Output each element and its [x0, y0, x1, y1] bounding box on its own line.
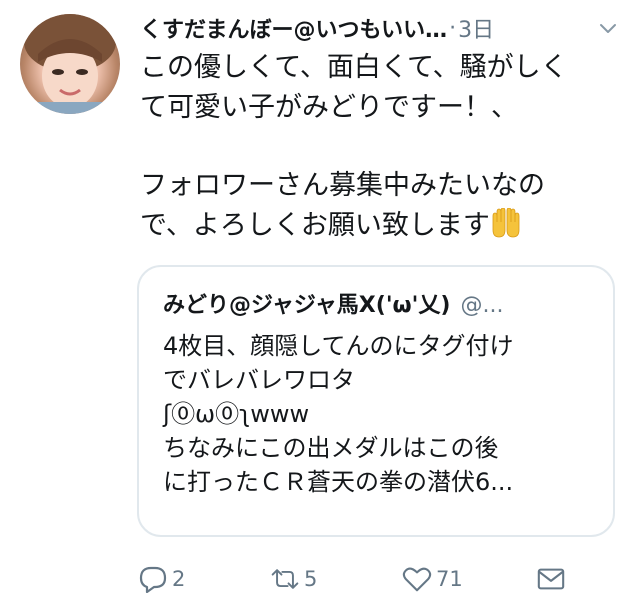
- raised-hands-emoji: [492, 208, 520, 238]
- reply-icon: [139, 566, 167, 593]
- chevron-down-icon[interactable]: [598, 18, 618, 38]
- tweet-text-line: この優しくて、面白くて、騒がしく: [140, 52, 568, 83]
- quoted-tweet[interactable]: みどり@ジャジャ馬X('ω'乂) @... 4枚目、顔隠してんのにタグ付け でバレ…: [137, 265, 615, 537]
- tweet-text-line: で、よろしくお願い致します: [140, 210, 490, 241]
- quoted-tweet-text: 4枚目、顔隠してんのにタグ付け でバレバレワロタ ʃ⓪ω⓪ʅwww ちなみにこの…: [163, 329, 514, 499]
- author-display-name[interactable]: くすだまんぼー@いつもいい…: [140, 12, 447, 44]
- tweet-content: くすだまんぼー@いつもいい… · 3日 この優しくて、面白くて、騒がしく て可愛…: [140, 10, 620, 246]
- quoted-author-name: みどり@ジャジャ馬X('ω'乂): [163, 293, 451, 318]
- retweet-button[interactable]: 5: [270, 565, 317, 593]
- quoted-author-handle: @...: [460, 293, 504, 318]
- separator-dot: ·: [449, 15, 457, 41]
- quoted-text-line: ちなみにこの出メダルはこの後: [163, 434, 499, 462]
- retweet-icon: [271, 569, 299, 589]
- envelope-icon: [537, 568, 565, 590]
- direct-message-button[interactable]: [536, 565, 570, 593]
- retweet-count: 5: [304, 567, 318, 591]
- avatar[interactable]: [20, 14, 120, 114]
- reply-count: 2: [172, 567, 186, 591]
- tweet-text-line-with-emoji: で、よろしくお願い致します: [140, 206, 620, 246]
- avatar-photo: [20, 14, 120, 114]
- quoted-text-line: でバレバレワロタ: [163, 366, 355, 394]
- tweet-text-line: て可愛い子がみどりですー！、: [140, 92, 518, 123]
- tweet-text-line: フォロワーさん募集中みたいなの: [140, 170, 545, 201]
- heart-icon: [402, 567, 432, 592]
- tweet-actions: 2 5 71: [138, 565, 578, 599]
- like-count: 71: [436, 567, 463, 591]
- quoted-text-line: に打ったＣＲ蒼天の拳の潜伏6...: [163, 468, 514, 496]
- tweet[interactable]: くすだまんぼー@いつもいい… · 3日 この優しくて、面白くて、騒がしく て可愛…: [0, 0, 640, 613]
- tweet-text: この優しくて、面白くて、騒がしく て可愛い子がみどりですー！、 フォロワーさん募…: [140, 48, 620, 246]
- like-button[interactable]: 71: [402, 565, 463, 593]
- quoted-text-line: ʃ⓪ω⓪ʅwww: [163, 400, 310, 428]
- quoted-tweet-header: みどり@ジャジャ馬X('ω'乂) @...: [163, 287, 503, 319]
- quoted-text-line: 4枚目、顔隠してんのにタグ付け: [163, 332, 514, 360]
- tweet-header: くすだまんぼー@いつもいい… · 3日: [140, 10, 620, 46]
- tweet-time[interactable]: 3日: [458, 12, 494, 44]
- reply-button[interactable]: 2: [138, 565, 185, 593]
